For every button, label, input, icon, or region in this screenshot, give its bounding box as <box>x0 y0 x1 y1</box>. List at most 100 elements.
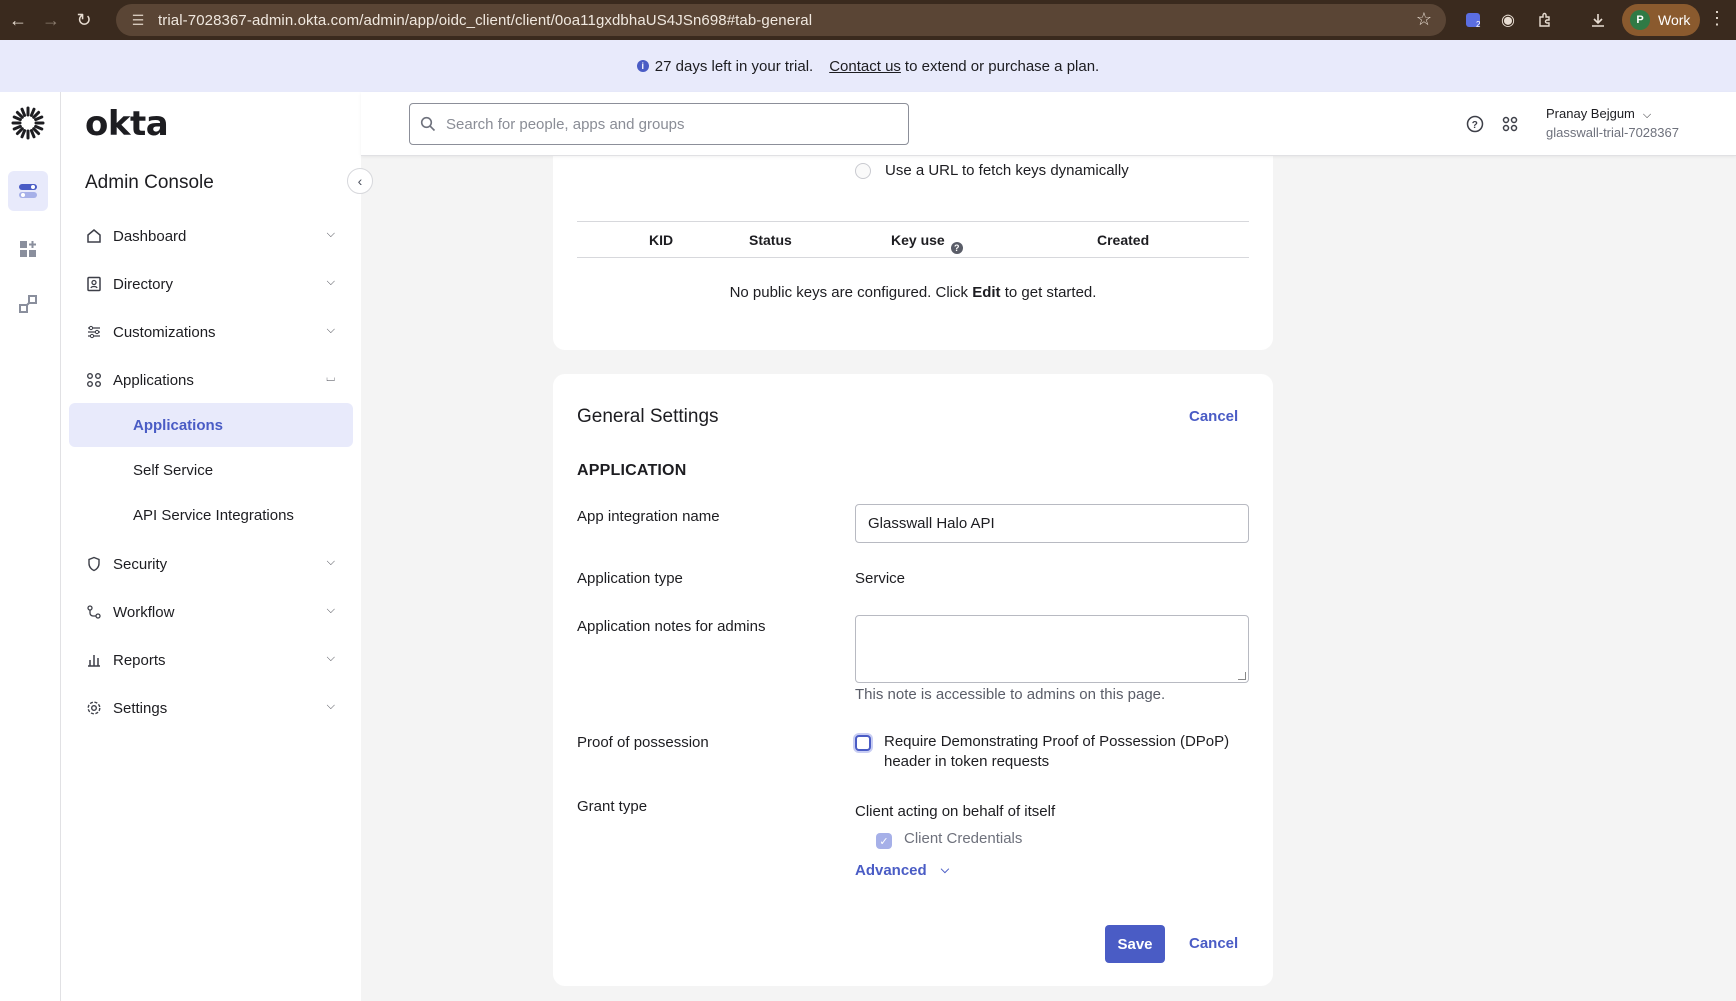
sidebar-item-label: Applications <box>113 371 194 389</box>
cancel-button-top[interactable]: Cancel <box>1189 408 1238 425</box>
trial-text: 27 days left in your trial. <box>654 57 814 75</box>
app-name-input[interactable]: Glasswall Halo API <box>855 504 1249 543</box>
resize-handle[interactable] <box>1238 672 1246 680</box>
address-bar[interactable]: ☰ trial-7028367-admin.okta.com/admin/app… <box>116 4 1446 36</box>
integrations-icon[interactable] <box>8 284 48 324</box>
okta-logo-icon[interactable] <box>11 106 45 140</box>
directory-icon <box>85 275 103 293</box>
public-keys-card: Use a URL to fetch keys dynamically KID … <box>553 140 1273 350</box>
sidebar-item-label: Reports <box>113 651 166 669</box>
extension-badge: 2 <box>1476 20 1481 29</box>
dpop-checkbox-label[interactable]: Require Demonstrating Proof of Possessio… <box>884 732 1244 772</box>
app-type-value: Service <box>855 570 906 587</box>
empty-suffix: to get started. <box>1004 284 1097 301</box>
empty-edit-emphasis: Edit <box>972 284 1001 301</box>
product-rail <box>0 92 61 1001</box>
help-icon[interactable]: ? <box>950 242 963 254</box>
profile-label: Work <box>1658 12 1691 28</box>
sidebar-item-directory[interactable]: Directory ⌵ <box>85 264 339 304</box>
radio-label: Use a URL to fetch keys dynamically <box>885 162 1129 179</box>
save-button[interactable]: Save <box>1105 925 1165 963</box>
general-settings-card: General Settings Cancel APPLICATION App … <box>553 374 1273 986</box>
console-title: Admin Console <box>85 172 214 193</box>
collapse-sidebar-button[interactable]: ‹ <box>347 168 373 194</box>
sidebar-item-label: Customizations <box>113 323 216 341</box>
sidebar-item-label: Workflow <box>113 603 175 621</box>
download-icon[interactable] <box>1585 7 1611 33</box>
add-app-icon[interactable] <box>8 229 48 269</box>
admin-toggle-icon[interactable] <box>8 171 48 211</box>
back-icon[interactable]: ← <box>4 6 32 34</box>
chevron-down-icon: ⌵ <box>326 276 335 288</box>
advanced-label: Advanced <box>855 862 927 879</box>
notes-textarea[interactable] <box>855 615 1249 683</box>
sidebar-item-customizations[interactable]: Customizations ⌵ <box>85 312 339 352</box>
reload-icon[interactable]: ↻ <box>70 6 98 34</box>
svg-text:?: ? <box>1472 120 1478 131</box>
chevron-down-icon: ⌵ <box>940 864 950 876</box>
empty-keys-message: No public keys are configured. Click Edi… <box>577 284 1249 301</box>
pop-label: Proof of possession <box>577 734 709 751</box>
sidebar-item-settings[interactable]: Settings ⌵ <box>85 688 339 728</box>
sidebar: okta Admin Console ‹ Dashboard ⌵ Directo… <box>61 92 373 1001</box>
sliders-icon <box>85 323 103 341</box>
site-settings-icon[interactable]: ☰ <box>124 12 152 29</box>
chevron-down-icon: ⌵ <box>1642 109 1652 121</box>
reports-icon <box>85 651 103 669</box>
chevron-up-icon: ⌴ <box>326 372 335 384</box>
sidebar-subitem-self-service[interactable]: Self Service <box>69 448 353 492</box>
forward-icon[interactable]: → <box>37 6 65 34</box>
general-settings-title: General Settings <box>577 406 719 427</box>
sidebar-item-label: Settings <box>113 699 168 717</box>
profile-chip[interactable]: P Work <box>1622 4 1700 36</box>
grant-type-label: Grant type <box>577 798 648 815</box>
dpop-checkbox[interactable] <box>855 735 871 751</box>
info-icon: i <box>636 60 649 72</box>
extensions-puzzle-icon[interactable] <box>1532 7 1558 33</box>
browser-menu-icon[interactable]: ⋮ <box>1708 8 1726 29</box>
chevron-down-icon: ⌵ <box>326 652 335 664</box>
sidebar-item-reports[interactable]: Reports ⌵ <box>85 640 339 680</box>
chevron-down-icon: ⌵ <box>326 604 335 616</box>
column-kid: KID <box>649 232 674 248</box>
column-created: Created <box>1097 232 1150 248</box>
sidebar-item-label: Security <box>113 555 168 573</box>
search-icon <box>420 116 436 132</box>
chevron-down-icon: ⌵ <box>326 700 335 712</box>
shield-icon <box>85 555 103 573</box>
search-input[interactable]: Search for people, apps and groups <box>409 103 909 145</box>
extension-icon[interactable]: 2 <box>1460 7 1486 33</box>
help-icon[interactable]: ? <box>1465 114 1485 134</box>
client-credentials-label: Client Credentials <box>904 830 1023 847</box>
column-key-use-header: Key use? <box>891 232 963 254</box>
apps-grid-icon <box>85 371 103 389</box>
sidebar-item-applications[interactable]: Applications ⌴ <box>85 360 339 400</box>
user-menu[interactable]: Pranay Bejgum ⌵ <box>1546 106 1651 122</box>
notes-label: Application notes for admins <box>577 618 766 635</box>
app-type-label: Application type <box>577 570 683 587</box>
user-org: glasswall-trial-7028367 <box>1546 125 1679 140</box>
sidebar-item-security[interactable]: Security ⌵ <box>85 544 339 584</box>
workflow-icon <box>85 603 103 621</box>
notes-hint: This note is accessible to admins on thi… <box>855 686 1166 703</box>
advanced-toggle[interactable]: Advanced ⌵ <box>855 862 949 879</box>
sidebar-subitem-applications[interactable]: Applications <box>69 403 353 447</box>
home-icon <box>85 227 103 245</box>
bookmark-star-icon[interactable]: ☆ <box>1416 9 1432 30</box>
sidebar-item-dashboard[interactable]: Dashboard ⌵ <box>85 216 339 256</box>
app-name-label: App integration name <box>577 508 720 525</box>
sidebar-item-label: Dashboard <box>113 227 187 245</box>
okta-wordmark[interactable]: okta <box>85 104 169 144</box>
url-text: trial-7028367-admin.okta.com/admin/app/o… <box>158 11 813 29</box>
radio-button[interactable] <box>855 162 871 179</box>
fetch-keys-url-option[interactable]: Use a URL to fetch keys dynamically <box>855 162 1129 179</box>
contact-us-link[interactable]: Contact us <box>829 58 901 75</box>
cancel-button[interactable]: Cancel <box>1189 935 1238 952</box>
sidebar-subitem-api-service-integrations[interactable]: API Service Integrations <box>69 493 353 537</box>
column-status: Status <box>749 232 792 248</box>
app-switcher-icon[interactable] <box>1500 114 1520 134</box>
extension-globe-icon[interactable]: ◉ <box>1495 7 1521 33</box>
sidebar-item-workflow[interactable]: Workflow ⌵ <box>85 592 339 632</box>
client-credentials-checkbox: ✓ <box>876 833 892 849</box>
gear-icon <box>85 699 103 717</box>
